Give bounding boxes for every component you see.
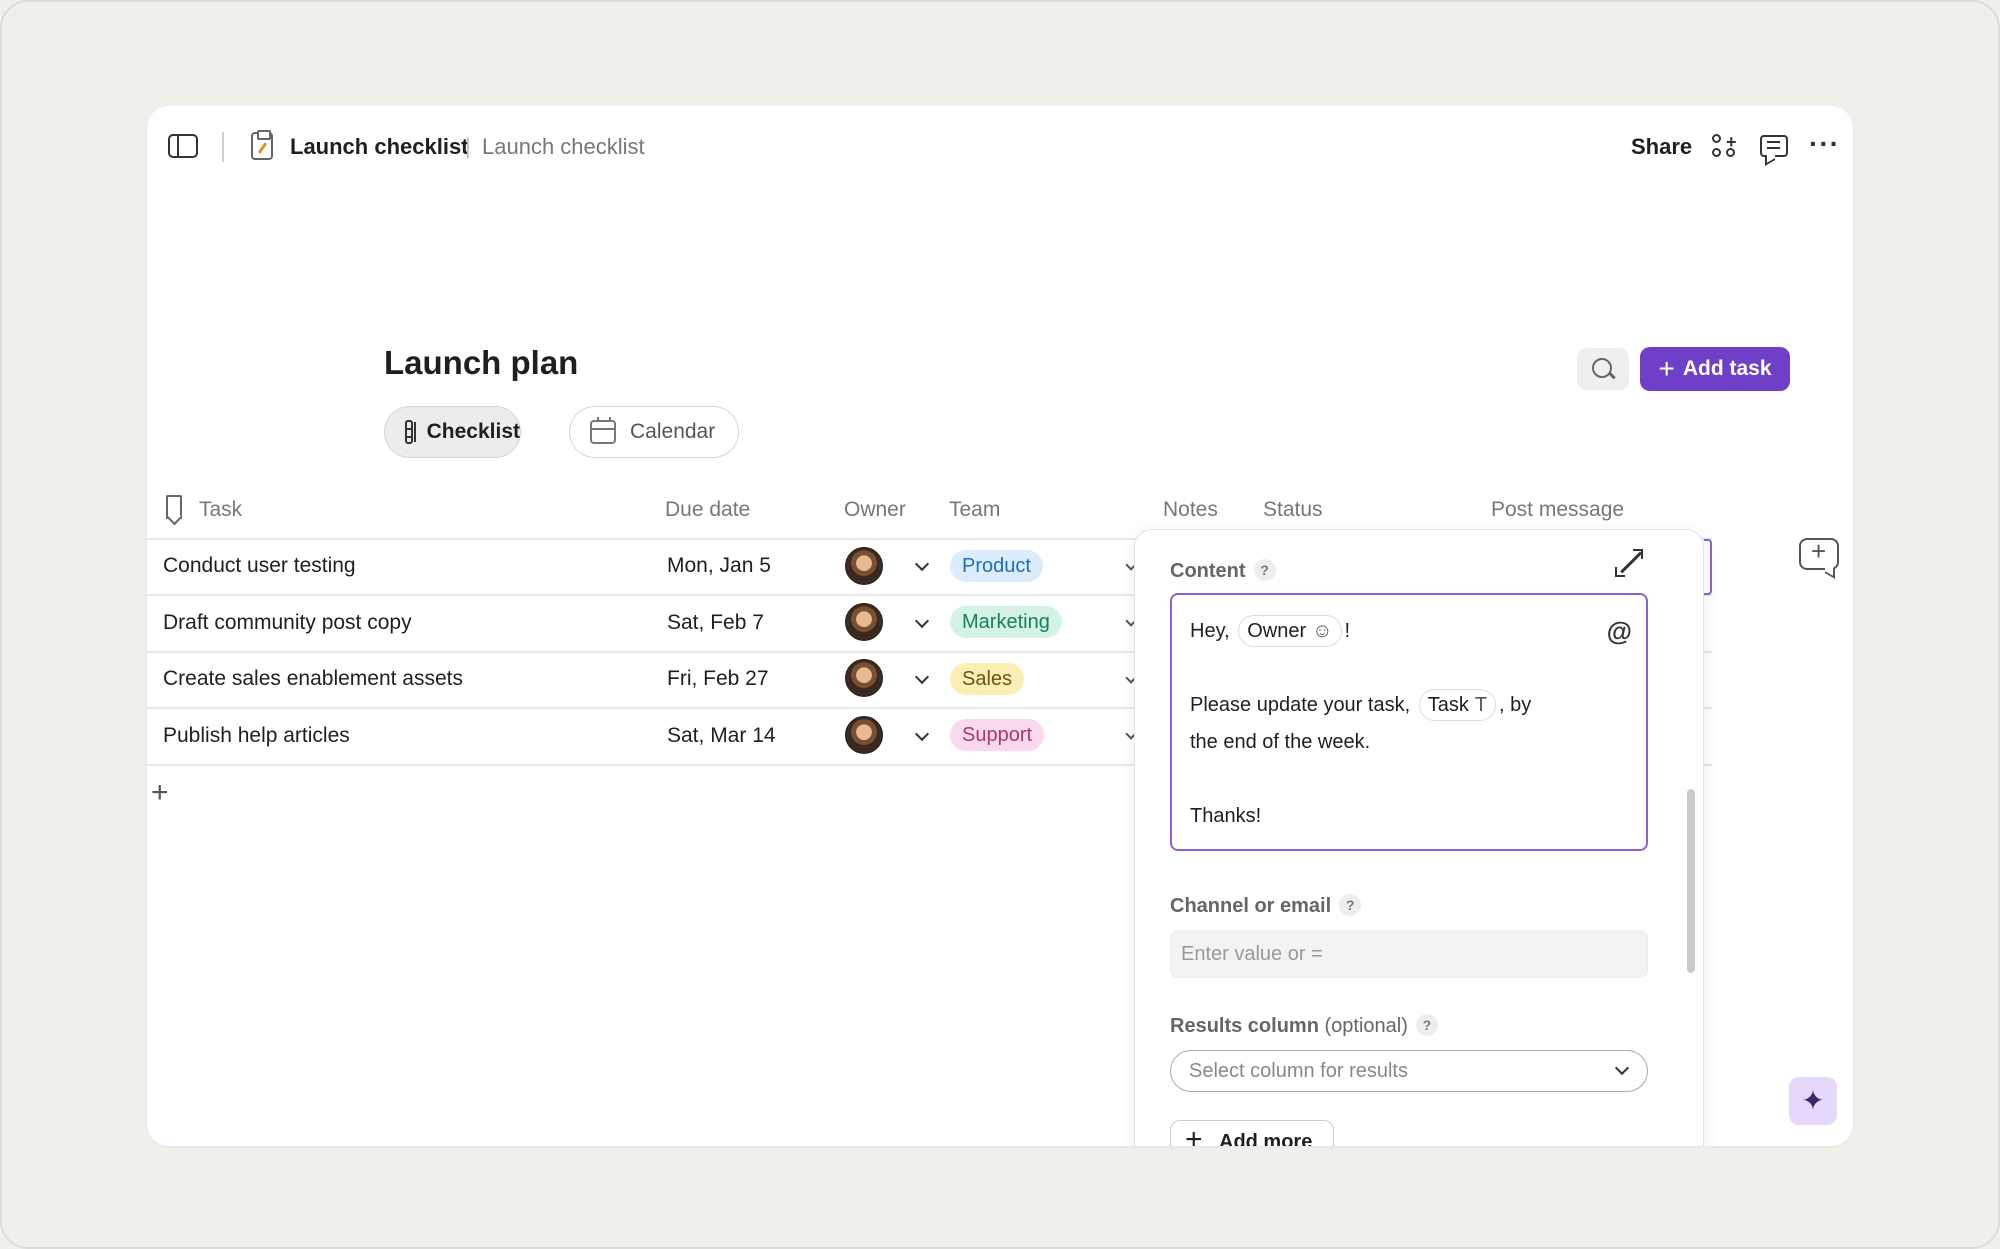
clipboard-icon (251, 130, 273, 160)
chevron-down-icon[interactable] (914, 613, 930, 629)
results-column-select[interactable]: Select column for results (1170, 1050, 1648, 1092)
post-message-panel: Content? Hey, Owner ☺! Please update your… (1134, 529, 1704, 1146)
column-header-status[interactable]: Status (1263, 498, 1323, 522)
sidebar-toggle-icon[interactable] (168, 134, 198, 158)
avatar[interactable] (845, 547, 883, 585)
message-editor[interactable]: Hey, Owner ☺! Please update your task, Ta… (1170, 593, 1648, 851)
add-row-button[interactable]: + (151, 778, 169, 808)
column-header-notes[interactable]: Notes (1163, 498, 1218, 522)
channel-input[interactable]: Enter value or = (1170, 930, 1648, 978)
message-line: Hey, Owner ☺! (1190, 613, 1628, 650)
column-header-owner[interactable]: Owner (844, 498, 906, 522)
chevron-down-icon[interactable] (914, 669, 930, 685)
text-type-icon: T (1474, 694, 1488, 716)
chevron-down-icon[interactable] (914, 726, 930, 742)
message-line: the end of the week. (1190, 731, 1371, 753)
more-options-icon[interactable]: ··· (1809, 128, 1840, 160)
comments-icon[interactable] (1760, 135, 1788, 157)
chevron-down-icon[interactable] (914, 556, 930, 572)
divider (222, 132, 224, 162)
column-header-due-date[interactable]: Due date (665, 498, 750, 522)
add-more-button[interactable]: Add more (1170, 1119, 1334, 1146)
doc-title[interactable]: Launch checklist (290, 134, 469, 160)
team-pill-sales[interactable]: Sales (950, 663, 1025, 695)
top-bar: Launch checklist | Launch checklist Shar… (147, 106, 1853, 190)
column-header-task[interactable]: Task (199, 498, 242, 522)
column-header-team[interactable]: Team (949, 498, 1000, 522)
selected-cell-edge (1704, 539, 1712, 595)
help-icon[interactable]: ? (1253, 559, 1276, 581)
person-icon: ☺ (1312, 620, 1333, 642)
team-pill-support[interactable]: Support (950, 719, 1045, 751)
bookmark-icon (166, 495, 182, 519)
calendar-icon (590, 417, 616, 444)
avatar[interactable] (845, 716, 883, 754)
help-icon[interactable]: ? (1415, 1014, 1438, 1036)
table-icon (405, 420, 416, 444)
tab-label: Checklist (426, 420, 520, 443)
tab-label: Calendar (630, 420, 716, 443)
tab-calendar[interactable]: Calendar (569, 406, 739, 458)
app-window: Launch checklist | Launch checklist Shar… (147, 106, 1853, 1146)
mention-icon[interactable]: @ (1607, 613, 1632, 650)
add-comment-icon[interactable] (1799, 536, 1839, 570)
apps-icon[interactable]: + (1712, 133, 1738, 160)
task-cell[interactable]: Conduct user testing (163, 554, 356, 578)
share-button[interactable]: Share (1631, 134, 1692, 160)
add-task-button[interactable]: + Add task (1640, 347, 1790, 391)
owner-chip[interactable]: Owner ☺ (1238, 615, 1342, 647)
avatar[interactable] (845, 603, 883, 641)
due-date-cell[interactable]: Mon, Jan 5 (667, 554, 771, 578)
team-pill-marketing[interactable]: Marketing (950, 606, 1062, 638)
column-header-post-message[interactable]: Post message (1491, 498, 1624, 522)
help-icon[interactable]: ? (1339, 894, 1362, 916)
channel-label: Channel or email? (1170, 894, 1362, 918)
due-date-cell[interactable]: Sat, Mar 14 (667, 724, 776, 748)
content-label: Content? (1170, 559, 1276, 583)
chevron-down-icon (1614, 1060, 1630, 1076)
task-chip[interactable]: Task T (1418, 689, 1497, 721)
ai-sparkle-icon[interactable]: ✦ (1789, 1077, 1837, 1125)
panel-scrollbar[interactable] (1687, 789, 1695, 973)
team-pill-product[interactable]: Product (950, 550, 1043, 582)
add-task-label: Add task (1682, 357, 1772, 380)
task-cell[interactable]: Draft community post copy (163, 611, 412, 635)
page-breadcrumb[interactable]: Launch checklist (482, 134, 645, 160)
results-label: Results column (optional)? (1170, 1014, 1438, 1038)
page-title: Launch plan (384, 344, 579, 381)
tab-checklist[interactable]: Checklist (384, 406, 521, 458)
due-date-cell[interactable]: Sat, Feb 7 (667, 611, 764, 635)
breadcrumb-separator: | (465, 134, 471, 159)
message-line: Please update your task, Task T, by (1190, 687, 1628, 724)
avatar[interactable] (845, 659, 883, 697)
task-cell[interactable]: Publish help articles (163, 724, 350, 748)
message-line: Thanks! (1190, 805, 1262, 827)
search-button[interactable] (1577, 348, 1629, 390)
due-date-cell[interactable]: Fri, Feb 27 (667, 667, 769, 691)
plus-icon: + (1658, 353, 1675, 384)
task-cell[interactable]: Create sales enablement assets (163, 667, 463, 691)
expand-icon[interactable] (1615, 549, 1643, 577)
